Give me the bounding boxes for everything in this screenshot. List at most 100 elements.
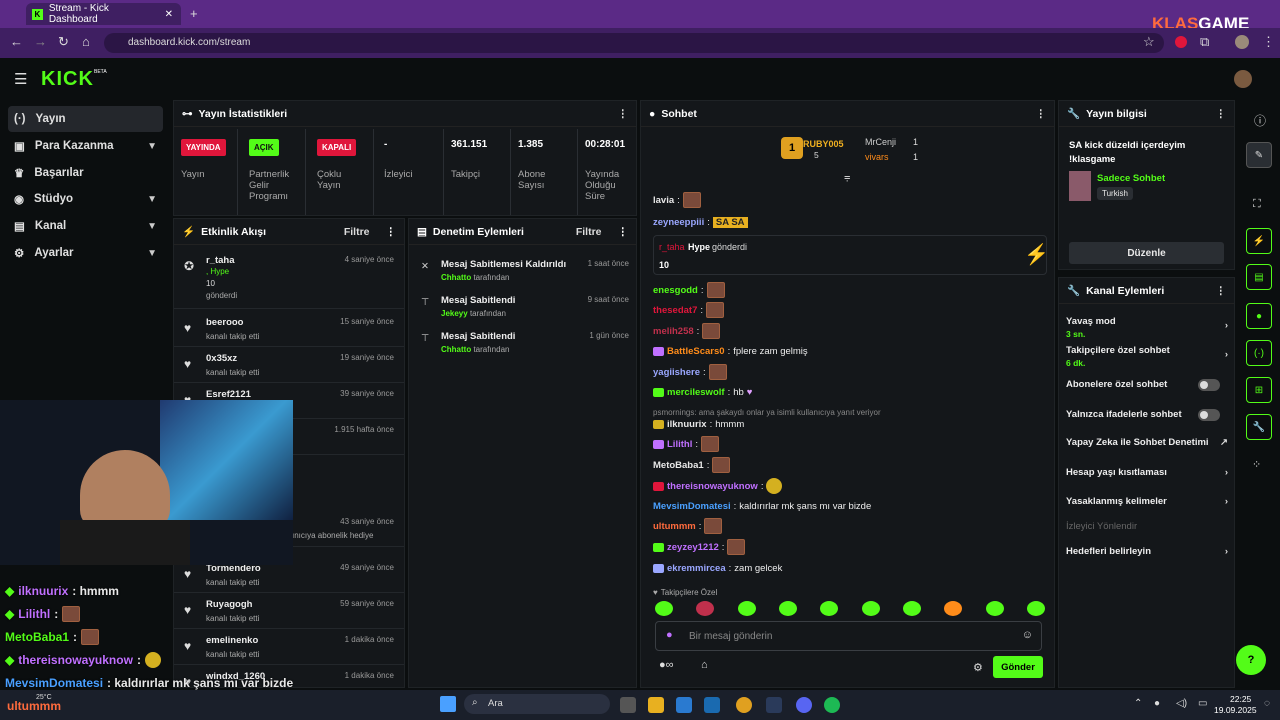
tray-chevron-icon[interactable]: ⌃ <box>1134 698 1142 709</box>
kick-favicon-icon: K <box>32 8 43 20</box>
top-gifter-rank: 1 <box>781 137 803 159</box>
followers-only-setting[interactable]: Takipçilere özel sohbet 6 dk. › <box>1066 345 1228 368</box>
list-item: ✪ r_taha, Hype 10 gönderdi 4 saniye önce <box>174 249 404 309</box>
heart-icon: ♥ <box>184 639 192 653</box>
chat-settings-icon[interactable]: ⚙ <box>973 661 983 674</box>
ai-moderation-setting[interactable]: Yapay Zeka ile Sohbet Denetimi ↗ <box>1066 437 1228 448</box>
list-item: ✕ Mesaj Sabitlemesi Kaldırıldı Chhatto tar… <box>421 259 629 282</box>
chevron-right-icon: › <box>1224 546 1228 557</box>
more-options-icon[interactable]: ⋮ <box>618 108 629 120</box>
taskbar-search[interactable]: Ara <box>464 694 610 714</box>
subscribers-only-setting[interactable]: Abonelere özel sohbet <box>1066 379 1228 391</box>
file-explorer-icon[interactable] <box>648 697 664 713</box>
more-options-icon[interactable]: ⋮ <box>618 226 629 238</box>
crop-icon[interactable]: ⛶ <box>1253 198 1261 211</box>
filter-button[interactable]: Filtre <box>344 226 370 238</box>
close-tab-icon[interactable]: ✕ <box>165 9 173 20</box>
heart-icon: ♥ <box>184 357 192 371</box>
chat-message: thereisnowayuknow: <box>653 477 783 495</box>
store-icon[interactable]: ⌂ <box>701 659 708 671</box>
edit-pencil-icon[interactable]: ✎ <box>1246 142 1272 168</box>
wrench-rail-icon[interactable]: 🔧 <box>1246 414 1272 440</box>
browser-tab[interactable]: K Stream - Kick Dashboard ✕ <box>26 3 181 25</box>
stream-title: SA kick düzeldi içerdeyim !klasgame <box>1069 140 1186 165</box>
extension-icon[interactable] <box>1175 36 1187 48</box>
list-item: ♥ beerooo kanalı takip etti 15 saniye önce <box>174 311 404 347</box>
top-navigation <box>0 58 1280 100</box>
hamburger-menu-icon[interactable]: ☰ <box>14 70 27 88</box>
sidebar-item-ayarlar[interactable]: ⚙ Ayarlar ▼ <box>8 240 163 266</box>
overlay-chat-line: ◆ ilknuurix: hmmm <box>5 584 119 598</box>
stats-icon: ⊶ <box>182 107 193 120</box>
send-button[interactable]: Gönder <box>993 656 1043 678</box>
layout-rail-icon[interactable]: ⊞ <box>1246 377 1272 403</box>
volume-icon[interactable]: ◁) <box>1176 698 1187 709</box>
more-options-icon[interactable]: ⋮ <box>1216 285 1227 297</box>
spotify-icon[interactable] <box>824 697 840 713</box>
sidebar-item-studyo[interactable]: ◉ Stüdyo ▼ <box>8 186 163 212</box>
banned-words-setting[interactable]: Yasaklanmış kelimeler › <box>1066 496 1228 507</box>
chat-message: melih258: <box>653 322 721 340</box>
slow-mode-setting[interactable]: Yavaş mod 3 sn. › <box>1066 316 1228 339</box>
reload-icon[interactable]: ↻ <box>58 34 69 50</box>
extensions-puzzle-icon[interactable]: ⧉ <box>1200 34 1209 50</box>
chat-message: thesedat7: <box>653 301 724 319</box>
notification-bell-icon[interactable]: ◌ <box>1264 698 1270 709</box>
steam-icon[interactable] <box>766 697 782 713</box>
sidebar-item-kanal[interactable]: ▤ Kanal ▼ <box>8 213 163 239</box>
discord-icon[interactable] <box>796 697 812 713</box>
task-view-icon[interactable] <box>620 697 636 713</box>
sidebar-item-basarilar[interactable]: ♛ Başarılar <box>8 160 163 186</box>
chat-tools-icon[interactable]: ●∞ <box>659 659 674 671</box>
kick-logo[interactable]: KICK <box>41 68 94 91</box>
emote <box>682 192 701 208</box>
emote-bar[interactable] <box>655 601 1045 619</box>
emotes-only-setting[interactable]: Yalnızca ifadelerle sohbet <box>1066 409 1228 421</box>
microphone-icon[interactable]: ● <box>666 629 673 641</box>
apps-icon[interactable]: ⁘ <box>1252 458 1261 471</box>
forward-icon[interactable]: → <box>34 34 47 49</box>
network-icon[interactable]: ▭ <box>1198 698 1207 709</box>
new-tab-button[interactable]: + <box>190 6 198 21</box>
collapse-icon[interactable]: ⩦ <box>844 171 850 184</box>
outlook-icon[interactable] <box>676 697 692 713</box>
emoji-icon[interactable]: ☺ <box>1022 629 1033 641</box>
document-rail-icon[interactable]: ▤ <box>1246 264 1272 290</box>
stream-stats-panel: ⊶ Yayın İstatistikleri ⋮ YAYINDA Yayın AÇIK… <box>173 100 637 216</box>
info-icon[interactable]: ⓘ <box>1254 112 1266 129</box>
chat-input[interactable]: ● Bir mesaj gönderin ☺ <box>655 621 1042 651</box>
sidebar-item-yayin[interactable]: (·) Yayın <box>8 106 163 132</box>
windows-start-icon[interactable] <box>440 696 456 712</box>
moderation-panel: ▤ Denetim Eylemleri Filtre ⋮ ✕ Mesaj Sabitle… <box>408 218 637 688</box>
chat-rail-icon[interactable]: ● <box>1246 303 1272 329</box>
back-icon[interactable]: ← <box>10 34 23 49</box>
home-icon[interactable]: ⌂ <box>82 34 90 49</box>
chrome-icon[interactable] <box>736 697 752 713</box>
beta-label: BETA <box>94 69 107 75</box>
account-age-setting[interactable]: Hesap yaşı kısıtlaması › <box>1066 467 1228 478</box>
profile-avatar[interactable] <box>1235 35 1249 49</box>
stat-abone: 1.385 Abone Sayısı <box>511 129 578 215</box>
help-button[interactable]: ? <box>1236 645 1266 675</box>
browser-menu-icon[interactable]: ⋮ <box>1262 34 1275 50</box>
wrench-icon: 🔧 <box>1067 285 1081 297</box>
more-options-icon[interactable]: ⋮ <box>386 226 397 238</box>
microphone-tray-icon[interactable]: ● <box>1154 698 1160 709</box>
broadcast-rail-icon[interactable]: (·) <box>1246 340 1272 366</box>
more-options-icon[interactable]: ⋮ <box>1216 108 1227 120</box>
url-field[interactable]: dashboard.kick.com/stream <box>104 33 1164 53</box>
category-link[interactable]: Sadece Sohbet <box>1097 173 1165 184</box>
chat-message: Lilithl: <box>653 435 719 453</box>
sidebar-item-para-kazanma[interactable]: ▣ Para Kazanma ▼ <box>8 133 163 159</box>
chevron-down-icon: ▼ <box>147 247 157 259</box>
bookmark-star-icon[interactable]: ☆ <box>1143 34 1155 50</box>
list-item: ⊤ Mesaj Sabitlendi Chhatto tarafından 1 gün… <box>421 331 629 354</box>
mail-icon[interactable] <box>704 697 720 713</box>
weather-temp: 25°C <box>36 694 52 701</box>
goals-setting[interactable]: Hedefleri belirleyin › <box>1066 546 1228 557</box>
more-options-icon[interactable]: ⋮ <box>1036 108 1047 120</box>
lightning-rail-icon[interactable]: ⚡ <box>1246 228 1272 254</box>
filter-button[interactable]: Filtre <box>576 226 602 238</box>
user-avatar[interactable] <box>1234 70 1252 88</box>
edit-button[interactable]: Düzenle <box>1069 242 1224 264</box>
